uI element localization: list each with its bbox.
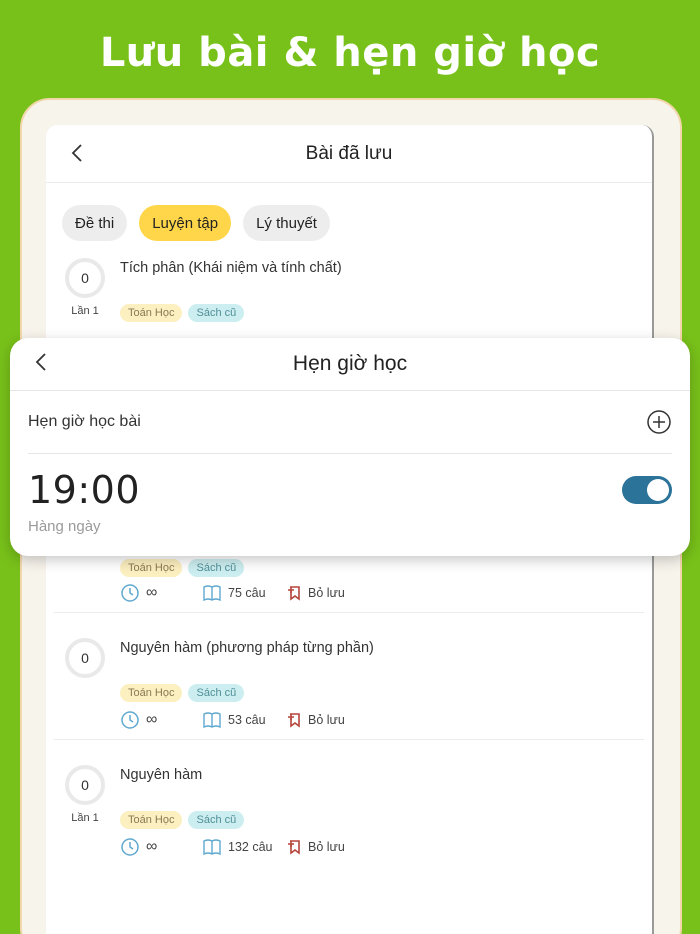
back-arrow-icon[interactable] (30, 350, 54, 374)
back-arrow-icon[interactable] (66, 141, 90, 165)
subject-tag: Toán Học (120, 684, 183, 702)
score-circle: 0 (65, 638, 105, 678)
list-item[interactable]: 0 Lần 1 Nguyên hàm Toán Học Sách cũ ∞ 13… (54, 765, 644, 865)
tab-theory[interactable]: Lý thuyết (243, 205, 330, 241)
unsave-label: Bỏ lưu (308, 713, 345, 727)
meta-row: ∞ 75 câu Bỏ lưu (120, 583, 345, 603)
add-reminder-label: Hẹn giờ học bài (28, 413, 141, 430)
page-title: Bài đã lưu (305, 142, 393, 164)
reminder-toggle[interactable] (622, 476, 672, 504)
reminder-repeat: Hàng ngày (28, 518, 101, 535)
score-circle: 0 (65, 765, 105, 805)
question-count-value: 132 câu (228, 840, 273, 854)
question-count-value: 53 câu (228, 713, 266, 727)
modal-title: Hẹn giờ học (292, 352, 408, 375)
question-count-value: 75 câu (228, 586, 266, 600)
tag-group: Toán Học Sách cũ (120, 304, 245, 322)
add-circle-icon[interactable] (646, 409, 672, 435)
tab-exams[interactable]: Đề thi (62, 205, 128, 241)
book-icon (203, 839, 221, 856)
study-reminder-modal: Hẹn giờ học Hẹn giờ học bài 19:00 Hàng n… (10, 338, 690, 556)
question-count: 75 câu (202, 584, 286, 602)
list-item[interactable]: 0 Nguyên hàm (phương pháp từng phần) Toá… (54, 638, 644, 738)
duration: ∞ (120, 837, 202, 857)
unsave-label: Bỏ lưu (308, 840, 345, 854)
clock-icon (121, 838, 139, 856)
attempt-label: Lần 1 (71, 812, 99, 824)
unsave-button[interactable]: Bỏ lưu (286, 712, 345, 728)
tag-group: Toán Học Sách cũ (120, 811, 245, 829)
tag-group: Toán Học Sách cũ (120, 684, 245, 702)
score-circle: 0 (65, 258, 105, 298)
divider (54, 739, 644, 740)
duration: ∞ (120, 710, 202, 730)
bookmark-remove-icon (288, 713, 300, 728)
lesson-name: Tích phân (Khái niệm và tính chất) (120, 260, 342, 276)
bookmark-remove-icon (288, 586, 300, 601)
book-tag: Sách cũ (188, 559, 245, 577)
book-tag: Sách cũ (188, 811, 245, 829)
duration: ∞ (120, 583, 202, 603)
subject-tag: Toán Học (120, 559, 183, 577)
subject-tag: Toán Học (120, 304, 183, 322)
lesson-name: Nguyên hàm (phương pháp từng phần) (120, 640, 374, 656)
lesson-name: Nguyên hàm (120, 767, 203, 783)
tab-bar: Đề thi Luyện tập Lý thuyết (46, 183, 652, 241)
unsave-label: Bỏ lưu (308, 586, 345, 600)
promo-banner-title: Lưu bài & hẹn giờ học (99, 30, 601, 76)
subject-tag: Toán Học (120, 811, 183, 829)
list-item[interactable]: 0 Lần 1 Tích phân (Khái niệm và tính chấ… (54, 258, 644, 348)
meta-row: ∞ 53 câu Bỏ lưu (120, 710, 345, 730)
question-count: 132 câu (202, 838, 286, 856)
nav-bar: Bài đã lưu (46, 125, 652, 183)
unsave-button[interactable]: Bỏ lưu (286, 839, 345, 855)
clock-icon (121, 711, 139, 729)
clock-icon (121, 584, 139, 602)
book-tag: Sách cũ (188, 304, 245, 322)
book-tag: Sách cũ (188, 684, 245, 702)
divider (54, 612, 644, 613)
attempt-label: Lần 1 (71, 305, 99, 317)
bookmark-remove-icon (288, 840, 300, 855)
question-count: 53 câu (202, 711, 286, 729)
duration-value: ∞ (146, 838, 158, 855)
reminder-time[interactable]: 19:00 (28, 468, 140, 512)
book-icon (203, 585, 221, 602)
add-reminder-row[interactable]: Hẹn giờ học bài (28, 391, 672, 454)
meta-row: ∞ 132 câu Bỏ lưu (120, 837, 345, 857)
modal-header: Hẹn giờ học (10, 338, 690, 391)
duration-value: ∞ (146, 584, 158, 601)
book-icon (203, 712, 221, 729)
tab-practice[interactable]: Luyện tập (139, 205, 232, 241)
duration-value: ∞ (146, 711, 158, 728)
toggle-knob (647, 479, 669, 501)
unsave-button[interactable]: Bỏ lưu (286, 585, 345, 601)
tag-group: Toán Học Sách cũ (120, 559, 245, 577)
